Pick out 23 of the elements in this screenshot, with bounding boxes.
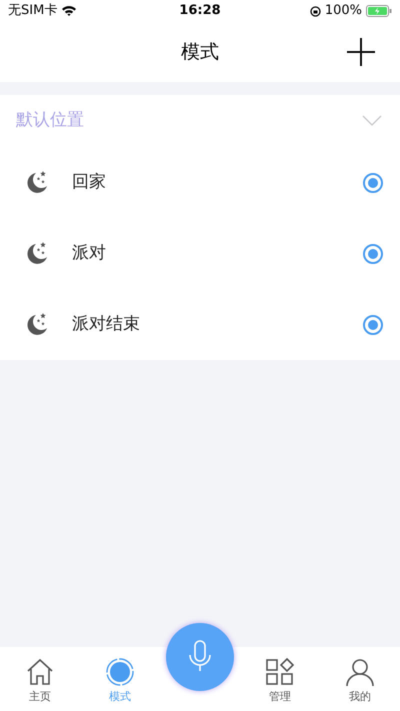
mode-label: 派对结束 xyxy=(72,312,141,336)
battery-icon xyxy=(366,5,392,17)
radio-button[interactable] xyxy=(363,314,383,334)
microphone-icon xyxy=(188,640,212,674)
home-icon xyxy=(25,657,55,687)
carrier-text: 无SIM卡 xyxy=(8,2,58,20)
wifi-icon xyxy=(61,5,78,17)
tab-item[interactable]: 主页 xyxy=(0,647,80,711)
radio-button[interactable] xyxy=(363,244,383,264)
page-title: 模式 xyxy=(181,40,219,65)
radio-button[interactable] xyxy=(363,172,383,192)
add-icon[interactable] xyxy=(346,37,376,67)
grid-icon xyxy=(265,657,295,687)
rotation-lock-icon xyxy=(310,6,321,16)
ring-circle-icon xyxy=(105,657,135,687)
mode-label: 派对 xyxy=(72,242,107,265)
mode-label: 回家 xyxy=(72,170,107,194)
time-text: 16:28 xyxy=(179,2,221,20)
battery-text: 100% xyxy=(324,2,362,20)
tab-item[interactable]: 我的 xyxy=(320,647,400,711)
microphone-button[interactable] xyxy=(166,623,234,691)
person-icon xyxy=(345,657,375,687)
tab-item[interactable]: 管理 xyxy=(240,647,320,711)
